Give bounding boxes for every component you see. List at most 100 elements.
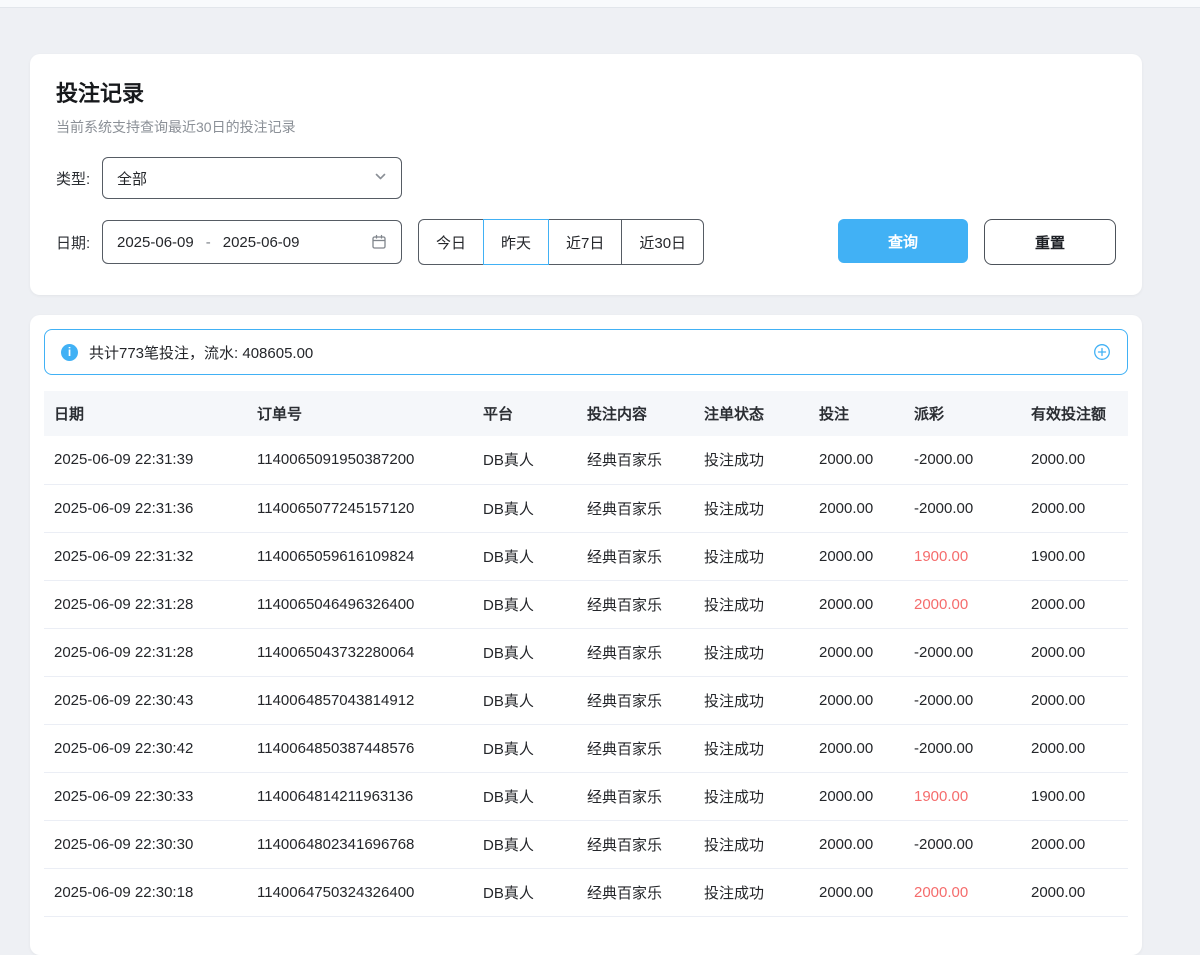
cell-payout: -2000.00 [904,484,1021,532]
cell-status: 投注成功 [694,676,809,724]
cell-status: 投注成功 [694,532,809,580]
plus-circle-icon[interactable] [1093,343,1111,361]
cell-status: 投注成功 [694,724,809,772]
table-row: 2025-06-09 22:31:391140065091950387200DB… [44,436,1128,484]
cell-payout: 2000.00 [904,868,1021,916]
table-row: 2025-06-09 22:31:281140065043732280064DB… [44,628,1128,676]
cell-content: 经典百家乐 [577,436,694,484]
cell-platform: DB真人 [473,532,577,580]
cell-valid: 2000.00 [1021,436,1128,484]
cell-valid: 2000.00 [1021,820,1128,868]
chevron-down-icon [374,170,387,187]
page-subtitle: 当前系统支持查询最近30日的投注记录 [56,117,1116,137]
table-row: 2025-06-09 22:30:431140064857043814912DB… [44,676,1128,724]
cell-valid: 2000.00 [1021,724,1128,772]
column-header: 订单号 [247,391,473,436]
summary-text: 共计773笔投注，流水: 408605.00 [89,342,313,363]
table-row: 2025-06-09 22:30:301140064802341696768DB… [44,820,1128,868]
calendar-icon [371,234,387,250]
cell-date: 2025-06-09 22:30:30 [44,820,247,868]
cell-order: 1140064857043814912 [247,676,473,724]
cell-order: 1140065043732280064 [247,628,473,676]
table-row: 2025-06-09 22:30:331140064814211963136DB… [44,772,1128,820]
cell-date: 2025-06-09 22:30:43 [44,676,247,724]
cell-bet: 2000.00 [809,580,904,628]
results-panel: i 共计773笔投注，流水: 408605.00 日期订单号平台投注内容注单状态… [30,315,1142,955]
cell-order: 1140065046496326400 [247,580,473,628]
cell-status: 投注成功 [694,628,809,676]
cell-date: 2025-06-09 22:31:36 [44,484,247,532]
cell-payout: -2000.00 [904,436,1021,484]
column-header: 日期 [44,391,247,436]
quick-range-button-1[interactable]: 昨天 [483,219,549,265]
summary-banner: i 共计773笔投注，流水: 408605.00 [44,329,1128,375]
query-button[interactable]: 查询 [838,219,968,263]
cell-date: 2025-06-09 22:31:28 [44,628,247,676]
cell-order: 1140065091950387200 [247,436,473,484]
cell-bet: 2000.00 [809,724,904,772]
bet-records-table: 日期订单号平台投注内容注单状态投注派彩有效投注额 2025-06-09 22:3… [44,391,1128,917]
quick-range-group: 今日昨天近7日近30日 [418,219,704,265]
cell-platform: DB真人 [473,724,577,772]
cell-content: 经典百家乐 [577,580,694,628]
quick-range-button-0[interactable]: 今日 [418,219,484,265]
cell-order: 1140064802341696768 [247,820,473,868]
table-row: 2025-06-09 22:31:281140065046496326400DB… [44,580,1128,628]
table-row: 2025-06-09 22:31:321140065059616109824DB… [44,532,1128,580]
type-select-value: 全部 [117,168,147,189]
column-header: 有效投注额 [1021,391,1128,436]
date-range-input[interactable]: 2025-06-09 - 2025-06-09 [102,220,402,264]
cell-platform: DB真人 [473,820,577,868]
cell-valid: 2000.00 [1021,868,1128,916]
quick-range-button-2[interactable]: 近7日 [548,219,622,265]
table-header-row: 日期订单号平台投注内容注单状态投注派彩有效投注额 [44,391,1128,436]
cell-platform: DB真人 [473,436,577,484]
cell-date: 2025-06-09 22:30:18 [44,868,247,916]
cell-content: 经典百家乐 [577,724,694,772]
cell-content: 经典百家乐 [577,532,694,580]
column-header: 注单状态 [694,391,809,436]
column-header: 平台 [473,391,577,436]
cell-valid: 1900.00 [1021,532,1128,580]
cell-bet: 2000.00 [809,436,904,484]
cell-status: 投注成功 [694,580,809,628]
reset-button[interactable]: 重置 [984,219,1116,265]
action-buttons: 查询 重置 [838,219,1116,265]
cell-payout: 1900.00 [904,772,1021,820]
cell-bet: 2000.00 [809,532,904,580]
table-row: 2025-06-09 22:31:361140065077245157120DB… [44,484,1128,532]
cell-valid: 2000.00 [1021,484,1128,532]
column-header: 投注内容 [577,391,694,436]
cell-status: 投注成功 [694,772,809,820]
cell-bet: 2000.00 [809,484,904,532]
cell-status: 投注成功 [694,820,809,868]
cell-platform: DB真人 [473,868,577,916]
date-end-value: 2025-06-09 [223,234,300,251]
cell-bet: 2000.00 [809,676,904,724]
cell-platform: DB真人 [473,484,577,532]
column-header: 派彩 [904,391,1021,436]
date-label: 日期: [56,232,102,253]
cell-bet: 2000.00 [809,868,904,916]
cell-status: 投注成功 [694,484,809,532]
cell-status: 投注成功 [694,868,809,916]
cell-date: 2025-06-09 22:30:42 [44,724,247,772]
cell-date: 2025-06-09 22:31:39 [44,436,247,484]
cell-valid: 1900.00 [1021,772,1128,820]
table-row: 2025-06-09 22:30:181140064750324326400DB… [44,868,1128,916]
cell-bet: 2000.00 [809,772,904,820]
page-title: 投注记录 [56,76,1116,108]
cell-content: 经典百家乐 [577,868,694,916]
cell-platform: DB真人 [473,772,577,820]
cell-content: 经典百家乐 [577,772,694,820]
cell-payout: -2000.00 [904,628,1021,676]
cell-valid: 2000.00 [1021,580,1128,628]
top-bar [0,0,1200,8]
cell-payout: -2000.00 [904,820,1021,868]
type-select[interactable]: 全部 [102,157,402,199]
filter-panel: 投注记录 当前系统支持查询最近30日的投注记录 类型: 全部 日期: 2025-… [30,54,1142,295]
cell-payout: -2000.00 [904,724,1021,772]
cell-content: 经典百家乐 [577,676,694,724]
quick-range-button-3[interactable]: 近30日 [621,219,704,265]
cell-payout: -2000.00 [904,676,1021,724]
